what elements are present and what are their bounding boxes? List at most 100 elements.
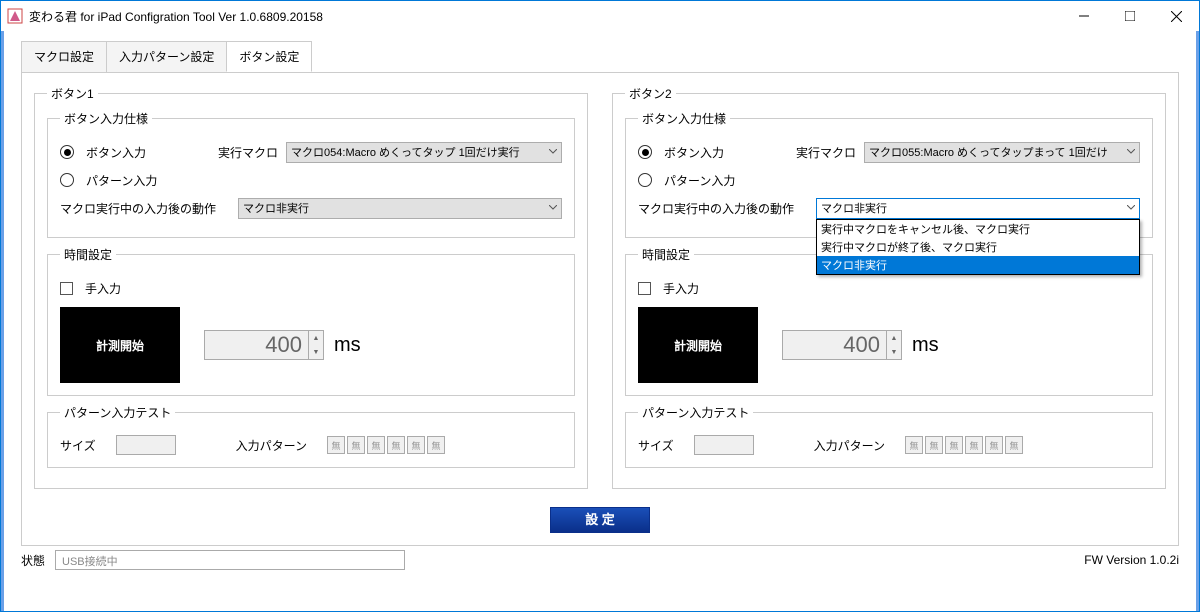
button2-manual-checkbox[interactable] [638, 282, 651, 295]
button1-size-input[interactable] [116, 435, 176, 455]
button1-time-value: 400 [205, 332, 308, 358]
content-area: マクロ設定 入力パターン設定 ボタン設定 ボタン1 ボタン入力仕様 ボタン入力 … [1, 31, 1199, 611]
status-bar: 状態 USB接続中 FW Version 1.0.2i [1, 546, 1199, 574]
button2-radio-pattern-label: パターン入力 [664, 172, 735, 189]
button1-manual-checkbox[interactable] [60, 282, 73, 295]
tab-macro[interactable]: マクロ設定 [21, 41, 107, 72]
pattern-box: 無 [387, 436, 405, 454]
button1-after-label: マクロ実行中の入力後の動作 [60, 200, 230, 217]
button2-group: ボタン2 ボタン入力仕様 ボタン入力 実行マクロ マクロ055:Macro めく… [612, 85, 1166, 489]
button1-radio-pattern-label: パターン入力 [86, 172, 157, 189]
button2-after-combo[interactable]: マクロ非実行 実行中マクロをキャンセル後、マクロ実行 実行中マクロが終了後、マク… [816, 198, 1140, 219]
button1-time-spinner[interactable]: 400 ▲ ▼ [204, 330, 324, 360]
spinner-up-icon[interactable]: ▲ [886, 331, 901, 345]
button1-time-group: 時間設定 手入力 計測開始 400 ▲ [47, 246, 575, 396]
button1-macro-label: 実行マクロ [218, 144, 278, 161]
close-button[interactable] [1153, 1, 1199, 31]
maximize-button[interactable] [1107, 1, 1153, 31]
pattern-box: 無 [925, 436, 943, 454]
button2-macro-combo[interactable]: マクロ055:Macro めくってタップまって 1回だけ [864, 142, 1140, 163]
button1-spec-legend: ボタン入力仕様 [60, 110, 152, 127]
pattern-box: 無 [965, 436, 983, 454]
button2-time-legend: 時間設定 [638, 246, 694, 263]
button2-radio-pattern[interactable] [638, 173, 652, 187]
pattern-box: 無 [367, 436, 385, 454]
dropdown-option[interactable]: 実行中マクロが終了後、マクロ実行 [817, 238, 1139, 256]
tab-pattern[interactable]: 入力パターン設定 [106, 41, 227, 72]
button2-time-value: 400 [783, 332, 886, 358]
tab-panel: ボタン1 ボタン入力仕様 ボタン入力 実行マクロ マクロ054:Macro めく… [21, 72, 1179, 546]
chevron-down-icon [1127, 146, 1135, 158]
button2-radio-button[interactable] [638, 145, 652, 159]
button2-size-input[interactable] [694, 435, 754, 455]
button2-pattern-legend: パターン入力テスト [638, 404, 753, 421]
button2-ms-label: ms [912, 334, 939, 357]
button1-pattern-boxes: 無 無 無 無 無 無 [327, 436, 445, 454]
button1-legend: ボタン1 [47, 85, 98, 102]
tab-button[interactable]: ボタン設定 [226, 41, 312, 72]
app-window: 変わる君 for iPad Configration Tool Ver 1.0.… [0, 0, 1200, 612]
button1-radio-pattern[interactable] [60, 173, 74, 187]
button1-input-label: 入力パターン [236, 437, 307, 454]
pattern-box: 無 [407, 436, 425, 454]
spinner-down-icon[interactable]: ▼ [886, 345, 901, 359]
pattern-box: 無 [945, 436, 963, 454]
button2-input-label: 入力パターン [814, 437, 885, 454]
button1-size-label: サイズ [60, 437, 96, 454]
right-stripe [1196, 31, 1199, 611]
pattern-box: 無 [347, 436, 365, 454]
button1-after-combo[interactable]: マクロ非実行 [238, 198, 562, 219]
button1-macro-combo[interactable]: マクロ054:Macro めくってタップ 1回だけ実行 [286, 142, 562, 163]
button2-size-label: サイズ [638, 437, 674, 454]
button1-pattern-legend: パターン入力テスト [60, 404, 175, 421]
button2-after-label: マクロ実行中の入力後の動作 [638, 200, 808, 217]
button2-spec-group: ボタン入力仕様 ボタン入力 実行マクロ マクロ055:Macro めくってタップ… [625, 110, 1153, 238]
window-title: 変わる君 for iPad Configration Tool Ver 1.0.… [29, 8, 1061, 25]
app-icon [7, 8, 23, 24]
button2-spec-legend: ボタン入力仕様 [638, 110, 730, 127]
button2-manual-label: 手入力 [663, 280, 699, 297]
button2-pattern-group: パターン入力テスト サイズ 入力パターン 無 無 無 無 無 [625, 404, 1153, 468]
button1-after-value: マクロ非実行 [243, 200, 309, 216]
button2-macro-label: 実行マクロ [796, 144, 856, 161]
set-button[interactable]: 設 定 [550, 507, 650, 533]
left-stripe [1, 31, 4, 611]
button1-radio-button[interactable] [60, 145, 74, 159]
button2-pattern-boxes: 無 無 無 無 無 無 [905, 436, 1023, 454]
tab-strip: マクロ設定 入力パターン設定 ボタン設定 [21, 41, 1199, 72]
pattern-box: 無 [427, 436, 445, 454]
button1-spec-group: ボタン入力仕様 ボタン入力 実行マクロ マクロ054:Macro めくってタップ… [47, 110, 575, 238]
button1-ms-label: ms [334, 334, 361, 357]
titlebar: 変わる君 for iPad Configration Tool Ver 1.0.… [1, 1, 1199, 31]
button2-radio-button-label: ボタン入力 [664, 144, 724, 161]
pattern-box: 無 [985, 436, 1003, 454]
button2-after-dropdown: 実行中マクロをキャンセル後、マクロ実行 実行中マクロが終了後、マクロ実行 マクロ… [816, 219, 1140, 275]
dropdown-option[interactable]: マクロ非実行 [817, 256, 1139, 274]
status-label: 状態 [21, 552, 45, 569]
status-field: USB接続中 [55, 550, 405, 570]
button2-legend: ボタン2 [625, 85, 676, 102]
dropdown-option[interactable]: 実行中マクロをキャンセル後、マクロ実行 [817, 220, 1139, 238]
pattern-box: 無 [1005, 436, 1023, 454]
pattern-box: 無 [905, 436, 923, 454]
button2-start-button[interactable]: 計測開始 [638, 307, 758, 383]
chevron-down-icon [549, 202, 557, 214]
button1-macro-value: マクロ054:Macro めくってタップ 1回だけ実行 [291, 144, 520, 160]
button1-time-legend: 時間設定 [60, 246, 116, 263]
button1-group: ボタン1 ボタン入力仕様 ボタン入力 実行マクロ マクロ054:Macro めく… [34, 85, 588, 489]
button1-manual-label: 手入力 [85, 280, 121, 297]
minimize-button[interactable] [1061, 1, 1107, 31]
button1-start-button[interactable]: 計測開始 [60, 307, 180, 383]
chevron-down-icon [549, 146, 557, 158]
pattern-box: 無 [327, 436, 345, 454]
chevron-down-icon [1127, 202, 1135, 214]
button1-radio-button-label: ボタン入力 [86, 144, 146, 161]
window-controls [1061, 1, 1199, 31]
button2-after-value: マクロ非実行 [821, 200, 887, 216]
spinner-down-icon[interactable]: ▼ [308, 345, 323, 359]
fw-version: FW Version 1.0.2i [1084, 553, 1179, 567]
spinner-up-icon[interactable]: ▲ [308, 331, 323, 345]
button2-time-spinner[interactable]: 400 ▲ ▼ [782, 330, 902, 360]
button1-pattern-group: パターン入力テスト サイズ 入力パターン 無 無 無 無 無 [47, 404, 575, 468]
button2-macro-value: マクロ055:Macro めくってタップまって 1回だけ [869, 144, 1108, 160]
